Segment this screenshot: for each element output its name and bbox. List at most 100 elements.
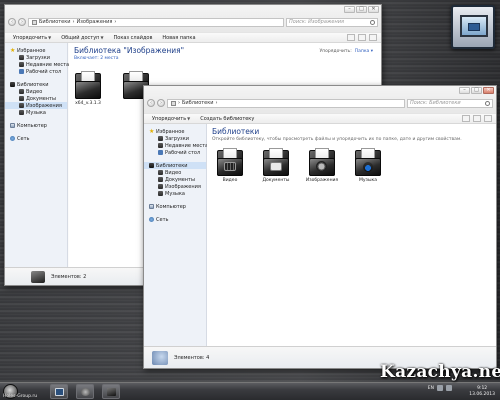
nav-network[interactable]: Сеть bbox=[5, 135, 67, 142]
close-button[interactable]: ✕ bbox=[483, 87, 494, 94]
nav-pictures[interactable]: Изображения bbox=[5, 102, 67, 109]
library-name: Музыка bbox=[359, 178, 377, 183]
arrange-by: Упорядочить: Папка ▾ bbox=[319, 49, 373, 54]
folder-icon bbox=[107, 388, 116, 396]
organize-button[interactable]: Упорядочить▼ bbox=[13, 35, 51, 41]
chevron-down-icon: ▼ bbox=[100, 34, 104, 40]
documents-library-icon bbox=[263, 148, 289, 176]
help-icon[interactable] bbox=[484, 115, 492, 122]
taskbar-app-monitor[interactable] bbox=[50, 384, 68, 399]
new-folder-button[interactable]: Новая папка bbox=[162, 35, 195, 41]
recent-places-icon bbox=[19, 62, 24, 67]
view-options-icon[interactable] bbox=[347, 34, 355, 41]
view-options-icon[interactable] bbox=[462, 115, 470, 122]
nav-music[interactable]: Музыка bbox=[5, 109, 67, 116]
preview-pane-icon[interactable] bbox=[358, 34, 366, 41]
search-input[interactable]: Поиск: Библиотеки bbox=[407, 98, 493, 108]
library-icon bbox=[32, 19, 37, 25]
share-button[interactable]: Общий доступ▼ bbox=[61, 35, 103, 41]
library-icon bbox=[31, 270, 45, 283]
minimize-button[interactable]: – bbox=[459, 87, 470, 94]
search-input[interactable]: Поиск: Изображения bbox=[286, 17, 378, 27]
library-includes[interactable]: Включает: 2 места bbox=[74, 56, 184, 61]
nav-video[interactable]: Видео bbox=[144, 169, 206, 176]
search-icon[interactable] bbox=[485, 100, 490, 106]
forward-button[interactable]: › bbox=[157, 99, 165, 107]
nav-favorites[interactable]: ★ Избранное bbox=[144, 128, 206, 135]
navigation-pane: ★ Избранное Загрузки Недавние места Рабоч… bbox=[144, 124, 208, 354]
taskbar-app-media[interactable] bbox=[76, 384, 94, 399]
file-list: Библиотеки Откройте библиотеку, чтобы пр… bbox=[207, 124, 496, 346]
star-icon: ★ bbox=[149, 128, 155, 135]
computer-icon bbox=[10, 123, 15, 128]
library-item-video[interactable]: Видео bbox=[215, 148, 245, 183]
nav-pictures[interactable]: Изображения bbox=[144, 183, 206, 190]
desktop-gadget[interactable] bbox=[451, 5, 495, 49]
organize-button[interactable]: Упорядочить▼ bbox=[152, 116, 190, 122]
command-bar: Упорядочить▼ Общий доступ▼ Показ слайдов… bbox=[5, 32, 381, 43]
search-placeholder: Поиск: Библиотеки bbox=[410, 100, 461, 106]
library-header: Библиотека "Изображения" Включает: 2 мес… bbox=[74, 46, 184, 61]
close-button[interactable]: ✕ bbox=[368, 6, 379, 13]
libraries-icon bbox=[149, 163, 154, 168]
nav-recent-places[interactable]: Недавние места bbox=[5, 61, 69, 68]
file-item[interactable]: x64_v.3.1.3 bbox=[73, 71, 103, 106]
breadcrumb-pictures[interactable]: Изображения bbox=[77, 19, 113, 25]
nav-documents[interactable]: Документы bbox=[5, 95, 67, 102]
navigation-row: ‹ › › Библиотеки › Поиск: Библиотеки bbox=[147, 97, 493, 109]
nav-recent-places[interactable]: Недавние места bbox=[144, 142, 208, 149]
nav-libraries[interactable]: Библиотеки bbox=[5, 81, 67, 88]
forward-button[interactable]: › bbox=[18, 18, 26, 26]
volume-icon[interactable] bbox=[446, 385, 452, 391]
star-icon: ★ bbox=[10, 47, 16, 54]
new-library-button[interactable]: Создать библиотеку bbox=[200, 116, 254, 122]
nav-downloads[interactable]: Загрузки bbox=[144, 135, 206, 142]
nav-video[interactable]: Видео bbox=[5, 88, 67, 95]
library-item-pictures[interactable]: Изображения bbox=[306, 148, 338, 183]
nav-documents[interactable]: Документы bbox=[144, 176, 206, 183]
nav-downloads[interactable]: Загрузки bbox=[5, 54, 67, 61]
taskbar-app-explorer[interactable] bbox=[102, 384, 120, 399]
nav-desktop[interactable]: Рабочий стол bbox=[144, 149, 206, 156]
explorer-window-libraries[interactable]: – □ ✕ ‹ › › Библиотеки › Поиск: Библиоте… bbox=[143, 85, 497, 369]
slideshow-button[interactable]: Показ слайдов bbox=[114, 35, 153, 41]
clock[interactable]: 9:12 13.06.2013 bbox=[469, 386, 495, 397]
help-icon[interactable] bbox=[369, 34, 377, 41]
chip-icon bbox=[468, 23, 480, 31]
title-bar[interactable]: – □ ✕ ‹ › Библиотеки › Изображения › Пои… bbox=[5, 5, 381, 35]
nav-music[interactable]: Музыка bbox=[144, 190, 206, 197]
arrange-dropdown[interactable]: Папка ▾ bbox=[355, 49, 373, 54]
maximize-button[interactable]: □ bbox=[471, 87, 482, 94]
back-button[interactable]: ‹ bbox=[8, 18, 16, 26]
nav-computer[interactable]: Компьютер bbox=[144, 203, 206, 210]
breadcrumb-libraries[interactable]: Библиотеки bbox=[182, 100, 214, 106]
minimize-button[interactable]: – bbox=[344, 6, 355, 13]
nav-desktop[interactable]: Рабочий стол bbox=[5, 68, 67, 75]
nav-libraries[interactable]: Библиотеки bbox=[144, 162, 206, 169]
maximize-button[interactable]: □ bbox=[356, 6, 367, 13]
nav-computer[interactable]: Компьютер bbox=[5, 122, 67, 129]
desktop-icon bbox=[19, 69, 24, 74]
search-icon[interactable] bbox=[370, 19, 375, 25]
title-bar[interactable]: – □ ✕ ‹ › › Библиотеки › Поиск: Библиоте… bbox=[144, 86, 496, 116]
library-title: Библиотеки bbox=[212, 127, 260, 136]
network-icon[interactable] bbox=[437, 385, 443, 391]
address-bar[interactable]: › Библиотеки › bbox=[167, 98, 405, 108]
chevron-right-icon: › bbox=[72, 19, 75, 25]
library-item-documents[interactable]: Документы bbox=[261, 148, 291, 183]
library-item-music[interactable]: Музыка bbox=[353, 148, 383, 183]
nav-network[interactable]: Сеть bbox=[144, 216, 206, 223]
preview-pane-icon[interactable] bbox=[473, 115, 481, 122]
window-controls: – □ ✕ bbox=[344, 6, 379, 13]
media-player-icon bbox=[81, 388, 90, 396]
pictures-icon bbox=[158, 184, 163, 189]
address-bar[interactable]: Библиотеки › Изображения › bbox=[28, 17, 284, 27]
language-indicator[interactable]: EN bbox=[428, 386, 434, 391]
library-grid: Видео Документы Изображения Музыка bbox=[215, 148, 383, 183]
music-library-icon bbox=[355, 148, 381, 176]
documents-icon bbox=[19, 96, 24, 101]
nav-favorites[interactable]: ★ Избранное bbox=[5, 47, 67, 54]
libraries-icon bbox=[152, 350, 168, 365]
breadcrumb-libraries[interactable]: Библиотеки bbox=[39, 19, 71, 25]
back-button[interactable]: ‹ bbox=[147, 99, 155, 107]
